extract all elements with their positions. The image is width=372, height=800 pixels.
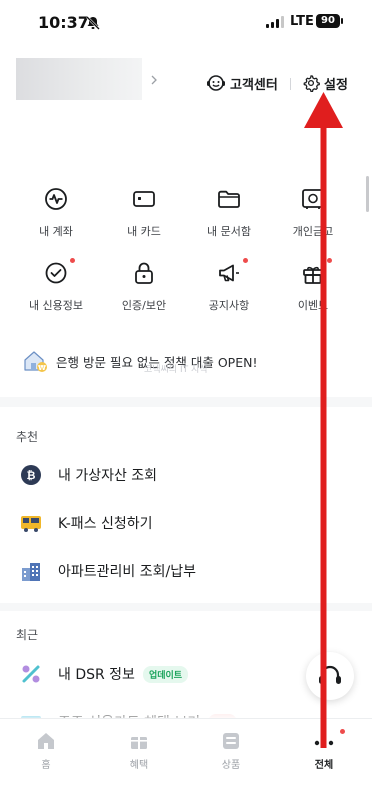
bottom-nav: 홈 혜택 상품 전체 xyxy=(0,718,372,800)
grid-item-event[interactable]: 이벤트 xyxy=(270,258,356,313)
grid-label: 이벤트 xyxy=(297,299,329,312)
battery-icon: 90 xyxy=(316,14,340,28)
grid-item-documents[interactable]: 내 문서함 xyxy=(186,186,272,239)
battery-tip xyxy=(341,18,343,24)
chevron-right-icon[interactable] xyxy=(150,75,158,85)
notification-dot xyxy=(327,258,332,263)
card-icon xyxy=(133,191,155,207)
grid-label: 내 계좌 xyxy=(39,225,73,238)
list-item-label: 아파트관리비 조회/납부 xyxy=(58,564,196,580)
customer-center-label: 고객센터 xyxy=(230,77,278,93)
nav-label: 홈 xyxy=(41,760,51,771)
grid-label: 개인금고 xyxy=(292,225,334,238)
update-badge: 업데이트 xyxy=(142,665,189,683)
gear-icon xyxy=(303,75,320,92)
loan-banner[interactable]: ₩ 은행 방문 필요 없는 정책 대출 OPEN! xyxy=(22,346,257,376)
gift-icon xyxy=(303,266,323,284)
list-item[interactable]: 내 DSR 정보 업데이트 xyxy=(20,660,189,688)
section-title-recommended: 추천 xyxy=(16,430,39,444)
nav-label: 전체 xyxy=(314,760,334,771)
profile-name-redacted[interactable] xyxy=(16,58,142,100)
nav-all[interactable]: 전체 xyxy=(294,729,354,771)
grid-item-account[interactable]: 내 계좌 xyxy=(13,186,99,239)
home-icon xyxy=(38,733,54,749)
signal-icon xyxy=(266,16,284,28)
grid-item-security[interactable]: 인증/보안 xyxy=(101,260,187,313)
status-time: 10:37 xyxy=(38,13,89,32)
gift-box-icon xyxy=(131,737,147,749)
lock-icon xyxy=(135,262,153,284)
bitcoin-icon: ₿ xyxy=(21,465,41,485)
grid-label: 내 신용정보 xyxy=(28,299,84,312)
bell-off-icon xyxy=(86,16,100,30)
settings-button[interactable]: 설정 xyxy=(302,72,348,94)
section-title-recent: 최근 xyxy=(16,628,39,642)
nav-label: 혜택 xyxy=(129,760,149,771)
settings-label: 설정 xyxy=(324,77,348,93)
section-divider xyxy=(0,397,372,407)
header-divider xyxy=(290,78,291,90)
account-pulse-icon xyxy=(45,188,67,210)
nav-benefits[interactable]: 혜택 xyxy=(109,731,169,771)
grid-item-credit[interactable]: 내 신용정보 xyxy=(13,258,99,313)
grid-item-safe[interactable]: 개인금고 xyxy=(270,186,356,239)
list-item-label: 내 DSR 정보 xyxy=(58,667,135,683)
bus-icon xyxy=(21,516,41,532)
product-icon xyxy=(223,733,239,749)
watermark-text: 코넥씨의 IT 지식 xyxy=(144,365,208,375)
grid-label: 공지사항 xyxy=(208,299,250,312)
folder-icon xyxy=(218,190,240,208)
nav-label: 상품 xyxy=(221,760,241,771)
grid-item-card[interactable]: 내 카드 xyxy=(101,186,187,239)
grid-label: 내 카드 xyxy=(127,225,161,238)
grid-label: 인증/보안 xyxy=(121,299,167,312)
house-loan-icon: ₩ xyxy=(24,351,47,372)
grid-item-notice[interactable]: 공지사항 xyxy=(186,258,272,313)
list-item-label: K-패스 신청하기 xyxy=(58,516,153,532)
notification-dot xyxy=(243,258,248,263)
more-dots-icon xyxy=(314,740,334,746)
nav-home[interactable]: 홈 xyxy=(16,731,76,771)
header: 고객센터 설정 xyxy=(0,56,372,112)
headset-smile-icon xyxy=(207,75,225,91)
network-label: LTE xyxy=(290,14,314,29)
credit-check-icon xyxy=(45,262,67,284)
safe-icon xyxy=(302,189,324,209)
scrollbar[interactable] xyxy=(366,176,369,212)
nav-products[interactable]: 상품 xyxy=(201,731,261,771)
percent-icon xyxy=(22,665,40,683)
list-item-label: 내 가상자산 조회 xyxy=(58,468,158,484)
notification-dot xyxy=(70,258,75,263)
chatbot-headset-icon xyxy=(319,665,341,684)
chatbot-fab[interactable] xyxy=(306,652,354,700)
apartment-icon xyxy=(22,563,40,581)
customer-center-button[interactable]: 고객센터 xyxy=(206,72,278,94)
megaphone-icon xyxy=(219,264,239,282)
svg-text:₩: ₩ xyxy=(38,364,46,372)
grid-label: 내 문서함 xyxy=(207,225,251,238)
list-item[interactable]: ₿ 내 가상자산 조회 xyxy=(20,461,157,489)
list-item[interactable]: 아파트관리비 조회/납부 xyxy=(20,557,196,585)
notification-dot xyxy=(340,729,345,734)
section-divider xyxy=(0,603,372,611)
svg-text:₿: ₿ xyxy=(27,469,36,482)
list-item[interactable]: K-패스 신청하기 xyxy=(20,509,153,537)
status-bar: 10:37 LTE 90 xyxy=(0,0,372,46)
